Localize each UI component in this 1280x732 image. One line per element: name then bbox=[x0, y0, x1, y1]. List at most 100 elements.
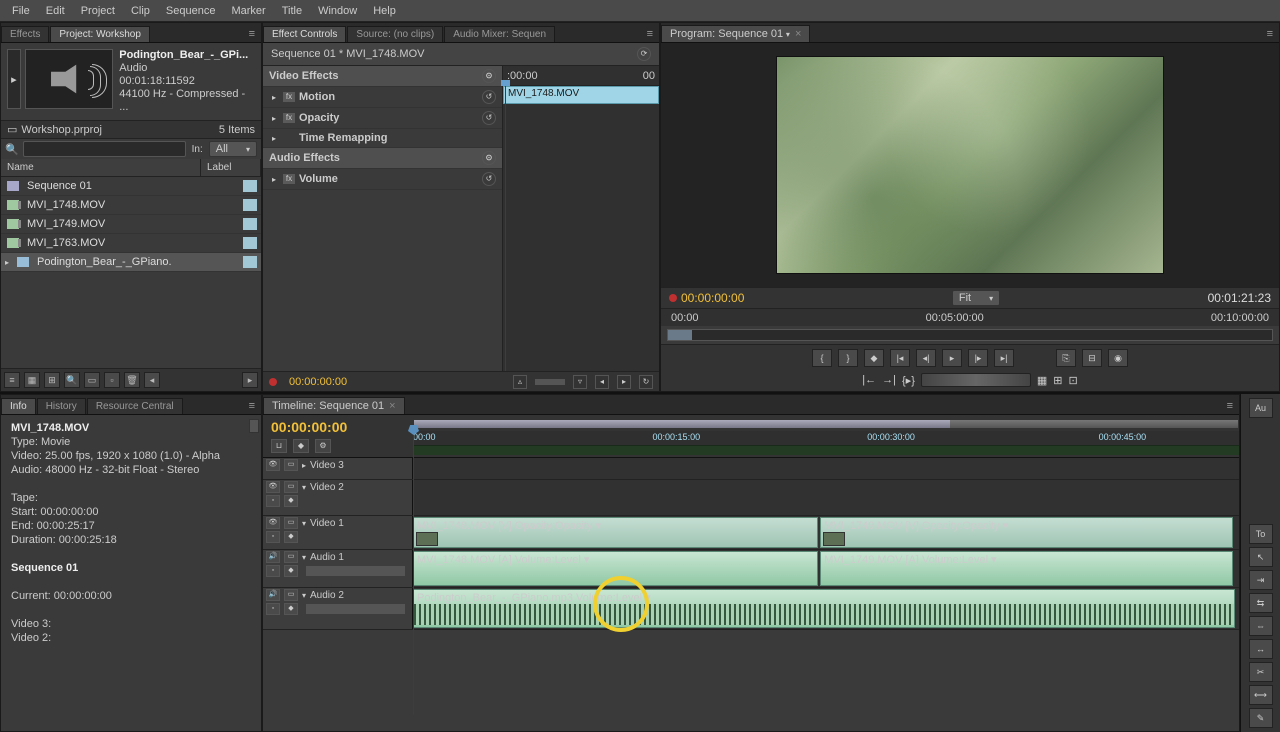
effect-motion[interactable]: Motion bbox=[299, 91, 335, 103]
close-icon[interactable]: × bbox=[795, 28, 801, 40]
tab-project[interactable]: Project: Workshop bbox=[50, 26, 150, 42]
tab-effects[interactable]: Effects bbox=[1, 26, 49, 42]
track-name-audio2[interactable]: Audio 2 bbox=[310, 590, 409, 601]
disclosure-icon[interactable]: ▾ bbox=[302, 553, 306, 562]
step-forward-button[interactable]: |▸ bbox=[968, 349, 988, 367]
bin-item-movie[interactable]: MVI_1763.MOV bbox=[1, 234, 261, 253]
col-label[interactable]: Label bbox=[201, 159, 261, 176]
selection-tool[interactable]: ↖ bbox=[1249, 547, 1273, 567]
tab-program[interactable]: Program: Sequence 01 ▾× bbox=[661, 25, 810, 42]
track-lock-toggle[interactable]: ▭ bbox=[284, 481, 298, 493]
col-name[interactable]: Name bbox=[1, 159, 201, 176]
footer-timecode[interactable]: 00:00:00:00 bbox=[289, 376, 347, 388]
lift-button[interactable]: ⎘ bbox=[1056, 349, 1076, 367]
show-hide-timeline-button[interactable]: ⟳ bbox=[637, 47, 651, 61]
disclosure-icon[interactable]: ▾ bbox=[302, 519, 306, 528]
reset-button[interactable]: ↺ bbox=[482, 172, 496, 186]
timeline-clip[interactable]: MVI_1748.MOV [A] Volume:Level ▾ bbox=[413, 551, 818, 586]
play-button[interactable]: ▸ bbox=[942, 349, 962, 367]
timeline-timecode[interactable]: 00:00:00:00 bbox=[271, 419, 405, 435]
label-swatch[interactable] bbox=[243, 180, 257, 192]
track-lock-toggle[interactable]: ▭ bbox=[284, 589, 298, 601]
next-button[interactable]: ▸ bbox=[242, 372, 258, 388]
disclosure-icon[interactable]: ▾ bbox=[302, 483, 306, 492]
video-viewport[interactable] bbox=[661, 43, 1279, 287]
icon-view-button[interactable]: ▦ bbox=[24, 372, 40, 388]
rate-stretch-tool[interactable]: ↔ bbox=[1249, 639, 1273, 659]
disclosure-icon[interactable]: ▸ bbox=[302, 461, 306, 470]
disclosure-icon[interactable]: ▸ bbox=[269, 175, 279, 184]
bin-item-sequence[interactable]: Sequence 01 bbox=[1, 177, 261, 196]
tab-timeline[interactable]: Timeline: Sequence 01× bbox=[263, 397, 405, 414]
track-option-button[interactable]: ◆ bbox=[284, 565, 298, 577]
track-name-video2[interactable]: Video 2 bbox=[310, 482, 409, 493]
panel-menu-icon[interactable]: ≡ bbox=[243, 398, 261, 414]
close-icon[interactable]: × bbox=[389, 400, 395, 412]
track-mute-toggle[interactable]: 🔊 bbox=[266, 589, 280, 601]
new-item-button[interactable]: ▫ bbox=[104, 372, 120, 388]
search-input[interactable] bbox=[23, 141, 186, 157]
track-option-button[interactable]: ◆ bbox=[284, 495, 298, 507]
new-bin-button[interactable]: ▭ bbox=[84, 372, 100, 388]
program-ruler[interactable]: 00:00 00:05:00:00 00:10:00:00 bbox=[661, 308, 1279, 326]
tab-info[interactable]: Info bbox=[1, 398, 36, 414]
mark-out-button[interactable]: } bbox=[838, 349, 858, 367]
label-swatch[interactable] bbox=[243, 256, 257, 268]
output-button[interactable]: ⊞ bbox=[1053, 374, 1062, 387]
reset-button[interactable]: ↺ bbox=[482, 111, 496, 125]
automate-button[interactable]: ⊞ bbox=[44, 372, 60, 388]
extract-button[interactable]: ⊟ bbox=[1082, 349, 1102, 367]
set-marker-button[interactable]: ◆ bbox=[864, 349, 884, 367]
menu-help[interactable]: Help bbox=[365, 3, 404, 19]
track-mute-toggle[interactable]: 🔊 bbox=[266, 551, 280, 563]
zoom-in-button[interactable]: ▿ bbox=[573, 375, 587, 389]
disclosure-icon[interactable]: ▸ bbox=[269, 134, 279, 143]
effect-volume[interactable]: Volume bbox=[299, 173, 338, 185]
track-lane-video1[interactable]: MVI_1748.MOV [V] Opacity:Opacity ▾ MVI_1… bbox=[413, 516, 1239, 549]
find-button[interactable]: 🔍 bbox=[64, 372, 80, 388]
pen-tool[interactable]: ✎ bbox=[1249, 708, 1273, 728]
mark-in-button[interactable]: { bbox=[812, 349, 832, 367]
loop-button[interactable]: ↻ bbox=[639, 375, 653, 389]
timeline-clip[interactable]: MVI_1749.MOV [V] Opacity:Opacity ▾ bbox=[820, 517, 1233, 548]
track-visibility-toggle[interactable]: 👁 bbox=[266, 517, 280, 529]
playhead[interactable] bbox=[505, 86, 506, 371]
track-visibility-toggle[interactable]: 👁 bbox=[266, 459, 280, 471]
timeline-clip[interactable]: Podington_Bear_-_GPiano.mp3 Volume:Level… bbox=[413, 589, 1235, 628]
label-swatch[interactable] bbox=[243, 218, 257, 230]
preview-play-button[interactable]: ▸ bbox=[7, 49, 21, 109]
panel-menu-icon[interactable]: ≡ bbox=[641, 26, 659, 42]
track-name-video3[interactable]: Video 3 bbox=[310, 460, 409, 471]
menu-clip[interactable]: Clip bbox=[123, 3, 158, 19]
track-option-button[interactable]: ◆ bbox=[284, 531, 298, 543]
bin-item-movie[interactable]: MVI_1748.MOV bbox=[1, 196, 261, 215]
track-lane-audio2[interactable]: Podington_Bear_-_GPiano.mp3 Volume:Level… bbox=[413, 588, 1239, 629]
loop-button[interactable]: {▸} bbox=[902, 374, 915, 387]
track-option-button[interactable]: ▫ bbox=[266, 565, 280, 577]
track-name-audio1[interactable]: Audio 1 bbox=[310, 552, 409, 563]
track-lane-video2[interactable] bbox=[413, 480, 1239, 515]
effect-timeline[interactable]: :00:0000 MVI_1748.MOV bbox=[503, 66, 659, 371]
reset-button[interactable]: ↺ bbox=[482, 90, 496, 104]
disclosure-icon[interactable]: ▸ bbox=[269, 93, 279, 102]
timeline-ruler-area[interactable]: 00:00 00:00:15:00 00:00:30:00 00:00:45:0… bbox=[413, 417, 1239, 455]
track-option-button[interactable]: ◆ bbox=[284, 603, 298, 615]
label-swatch[interactable] bbox=[243, 237, 257, 249]
audio-meters-tab[interactable]: Au bbox=[1249, 398, 1273, 418]
work-area-bar[interactable] bbox=[413, 419, 1239, 429]
zoom-fit-dropdown[interactable]: Fit bbox=[952, 290, 1000, 306]
track-option-button[interactable]: ▫ bbox=[266, 531, 280, 543]
tab-audio-mixer[interactable]: Audio Mixer: Sequen bbox=[444, 26, 555, 42]
menu-file[interactable]: File bbox=[4, 3, 38, 19]
slip-tool[interactable]: ⟷ bbox=[1249, 685, 1273, 705]
tab-effect-controls[interactable]: Effect Controls bbox=[263, 26, 346, 42]
tab-resource-central[interactable]: Resource Central bbox=[87, 398, 183, 414]
go-to-in-button[interactable]: |◂ bbox=[890, 349, 910, 367]
menu-window[interactable]: Window bbox=[310, 3, 365, 19]
label-swatch[interactable] bbox=[243, 199, 257, 211]
delete-button[interactable]: 🗑 bbox=[124, 372, 140, 388]
bin-item-movie[interactable]: MVI_1749.MOV bbox=[1, 215, 261, 234]
track-name-video1[interactable]: Video 1 bbox=[310, 518, 409, 529]
rolling-edit-tool[interactable]: ⇔ bbox=[1249, 616, 1273, 636]
scrollbar-thumb[interactable] bbox=[249, 419, 259, 433]
